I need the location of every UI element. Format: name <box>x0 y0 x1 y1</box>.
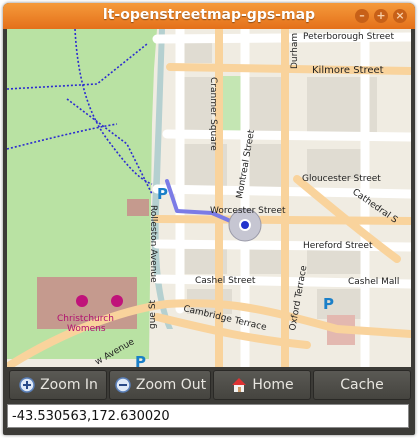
gps-position-marker <box>239 219 251 231</box>
toolbar: Zoom In Zoom Out Home Cache <box>3 367 415 401</box>
hospital-label: Christchurch <box>57 314 114 324</box>
title-bar[interactable]: lt-openstreetmap-gps-map – + × <box>3 3 415 29</box>
hospital-label: Womens <box>67 324 106 334</box>
street-label: Cashel Street <box>195 276 256 286</box>
parking-icon: P <box>157 185 168 203</box>
home-button[interactable]: Home <box>213 370 311 400</box>
street-label: Cashel Mall <box>348 277 399 287</box>
zoom-out-label: Zoom Out <box>135 377 207 393</box>
map-canvas[interactable]: P P P Peterborough Street Kilmore Street… <box>7 29 411 367</box>
zoom-in-button[interactable]: Zoom In <box>9 370 107 400</box>
close-icon[interactable]: × <box>393 9 407 23</box>
street-label: Kilmore Street <box>312 65 384 76</box>
zoom-in-icon <box>18 376 36 394</box>
minimize-icon[interactable]: – <box>355 9 369 23</box>
app-window: lt-openstreetmap-gps-map – + × P P P Pet… <box>3 3 415 435</box>
coordinates-field[interactable]: -43.530563,172.630020 <box>7 404 409 428</box>
street-label: Cranmer Square <box>208 77 218 151</box>
cache-label: Cache <box>340 377 384 393</box>
parking-icon: P <box>323 295 334 313</box>
home-icon <box>230 376 248 394</box>
cache-button[interactable]: Cache <box>313 370 411 400</box>
street-label: Rolleston Avenue <box>148 205 158 283</box>
home-label: Home <box>252 377 294 393</box>
zoom-out-button[interactable]: Zoom Out <box>109 370 211 400</box>
window-title: lt-openstreetmap-gps-map <box>102 7 316 23</box>
hospital-icon <box>111 295 123 307</box>
hospital-icon <box>76 295 88 307</box>
street-label: Worcester Street <box>210 206 286 216</box>
maximize-icon[interactable]: + <box>374 9 388 23</box>
zoom-in-label: Zoom In <box>40 377 98 393</box>
parking-icon: P <box>135 353 146 367</box>
street-label: Peterborough Street <box>303 32 394 42</box>
street-label: Durham <box>290 33 300 69</box>
zoom-out-icon <box>114 376 132 394</box>
street-label: Hereford Street <box>303 241 373 251</box>
map-view[interactable]: P P P Peterborough Street Kilmore Street… <box>7 29 411 367</box>
street-label: gue St <box>148 299 158 329</box>
street-label: Gloucester Street <box>302 174 381 184</box>
